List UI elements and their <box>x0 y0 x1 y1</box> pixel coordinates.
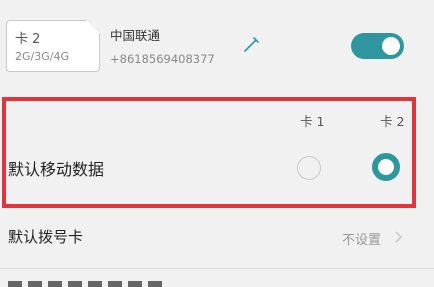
default-call-label[interactable]: 默认拨号卡 <box>8 226 83 247</box>
carrier-name: 中国联通 <box>110 28 161 43</box>
column-header-sim1: 卡 1 <box>300 114 325 129</box>
toggle-knob <box>382 37 400 55</box>
divider <box>0 268 434 269</box>
partial-next-row <box>8 281 162 287</box>
radio-sim1[interactable] <box>297 156 321 180</box>
phone-number: +8618569408377 <box>110 52 215 66</box>
edit-icon[interactable] <box>242 36 260 54</box>
column-header-sim2: 卡 2 <box>380 114 405 129</box>
default-call-value[interactable]: 不设置 <box>342 229 381 248</box>
sim-card-row: 卡 2 2G/3G/4G 中国联通 +8618569408377 <box>0 0 434 92</box>
sim-chip-network-type: 2G/3G/4G <box>15 50 69 63</box>
sim-chip: 卡 2 2G/3G/4G <box>6 20 100 72</box>
highlight-box <box>2 97 416 208</box>
chevron-right-icon <box>395 231 402 243</box>
radio-sim2-selected[interactable] <box>372 153 400 181</box>
default-mobile-data-label: 默认移动数据 <box>8 160 105 179</box>
sim-chip-name: 卡 2 <box>15 32 41 47</box>
sim-enable-toggle[interactable] <box>351 33 404 59</box>
